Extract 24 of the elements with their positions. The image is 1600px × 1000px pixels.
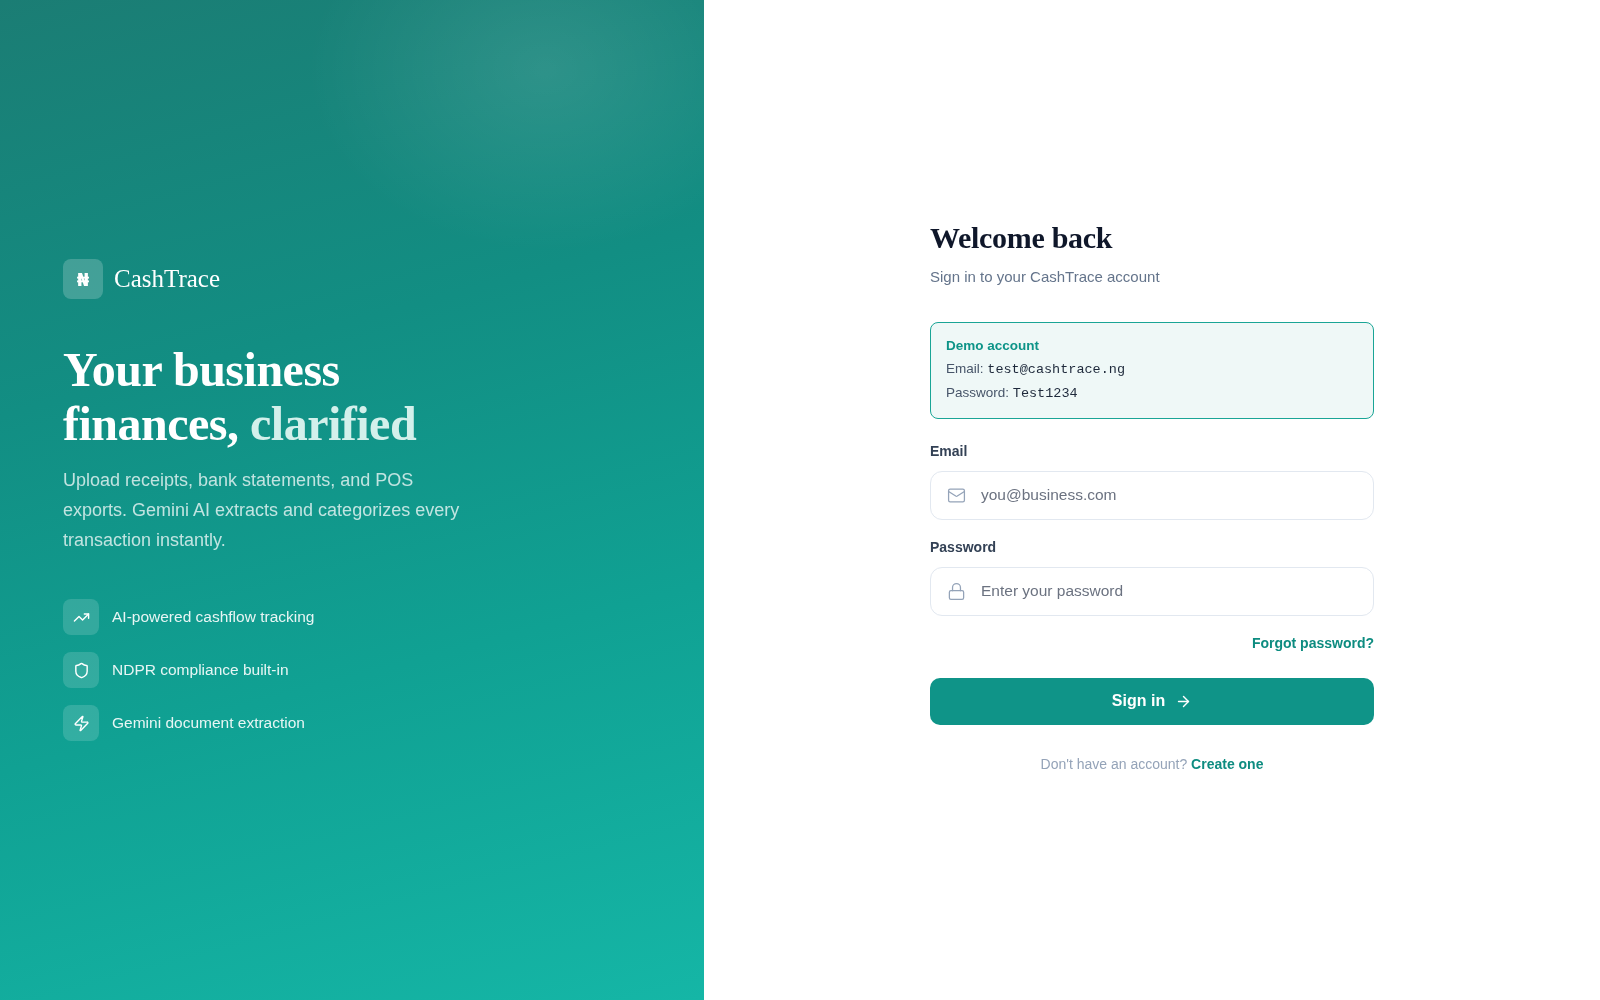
sign-in-button[interactable]: Sign in: [930, 677, 1374, 725]
feature-text: Gemini document extraction: [112, 714, 305, 732]
trend-up-icon: [63, 599, 99, 635]
forgot-password-link[interactable]: Forgot password?: [1251, 632, 1374, 653]
logo-mark: ₦: [63, 259, 103, 299]
demo-credential-text: Password: Test1234: [946, 383, 1078, 403]
password-field[interactable]: Enter your password: [930, 566, 1374, 616]
feature-text: NDPR compliance built-in: [112, 661, 289, 679]
feature-text: AI-powered cashflow tracking: [112, 608, 315, 626]
brand-name: CashTrace: [114, 265, 220, 293]
demo-credential-text: Email: test@cashtrace.ng: [946, 359, 1125, 379]
create-account-link[interactable]: Create one: [1191, 755, 1264, 772]
demo-account-title: Demo account: [946, 336, 1040, 355]
hero-heading: Your business finances, clarified: [63, 343, 418, 451]
lock-icon: [947, 581, 966, 601]
field-label: Password: [930, 537, 997, 557]
signup-prompt: Don't have an account? Create one: [1040, 754, 1264, 774]
hero-description: Upload receipts, bank statements, and POS exports. Gemini AI extracts and categorizes every transaction instantly.: [63, 469, 461, 552]
field-label: Email: [930, 441, 968, 461]
email-field[interactable]: you@business.com: [930, 470, 1374, 520]
lightning-icon: [63, 705, 99, 741]
form-heading: Welcome back: [930, 219, 1113, 256]
form-subtitle: Sign in to your CashTrace account: [930, 266, 1160, 287]
shield-icon: [63, 652, 99, 688]
